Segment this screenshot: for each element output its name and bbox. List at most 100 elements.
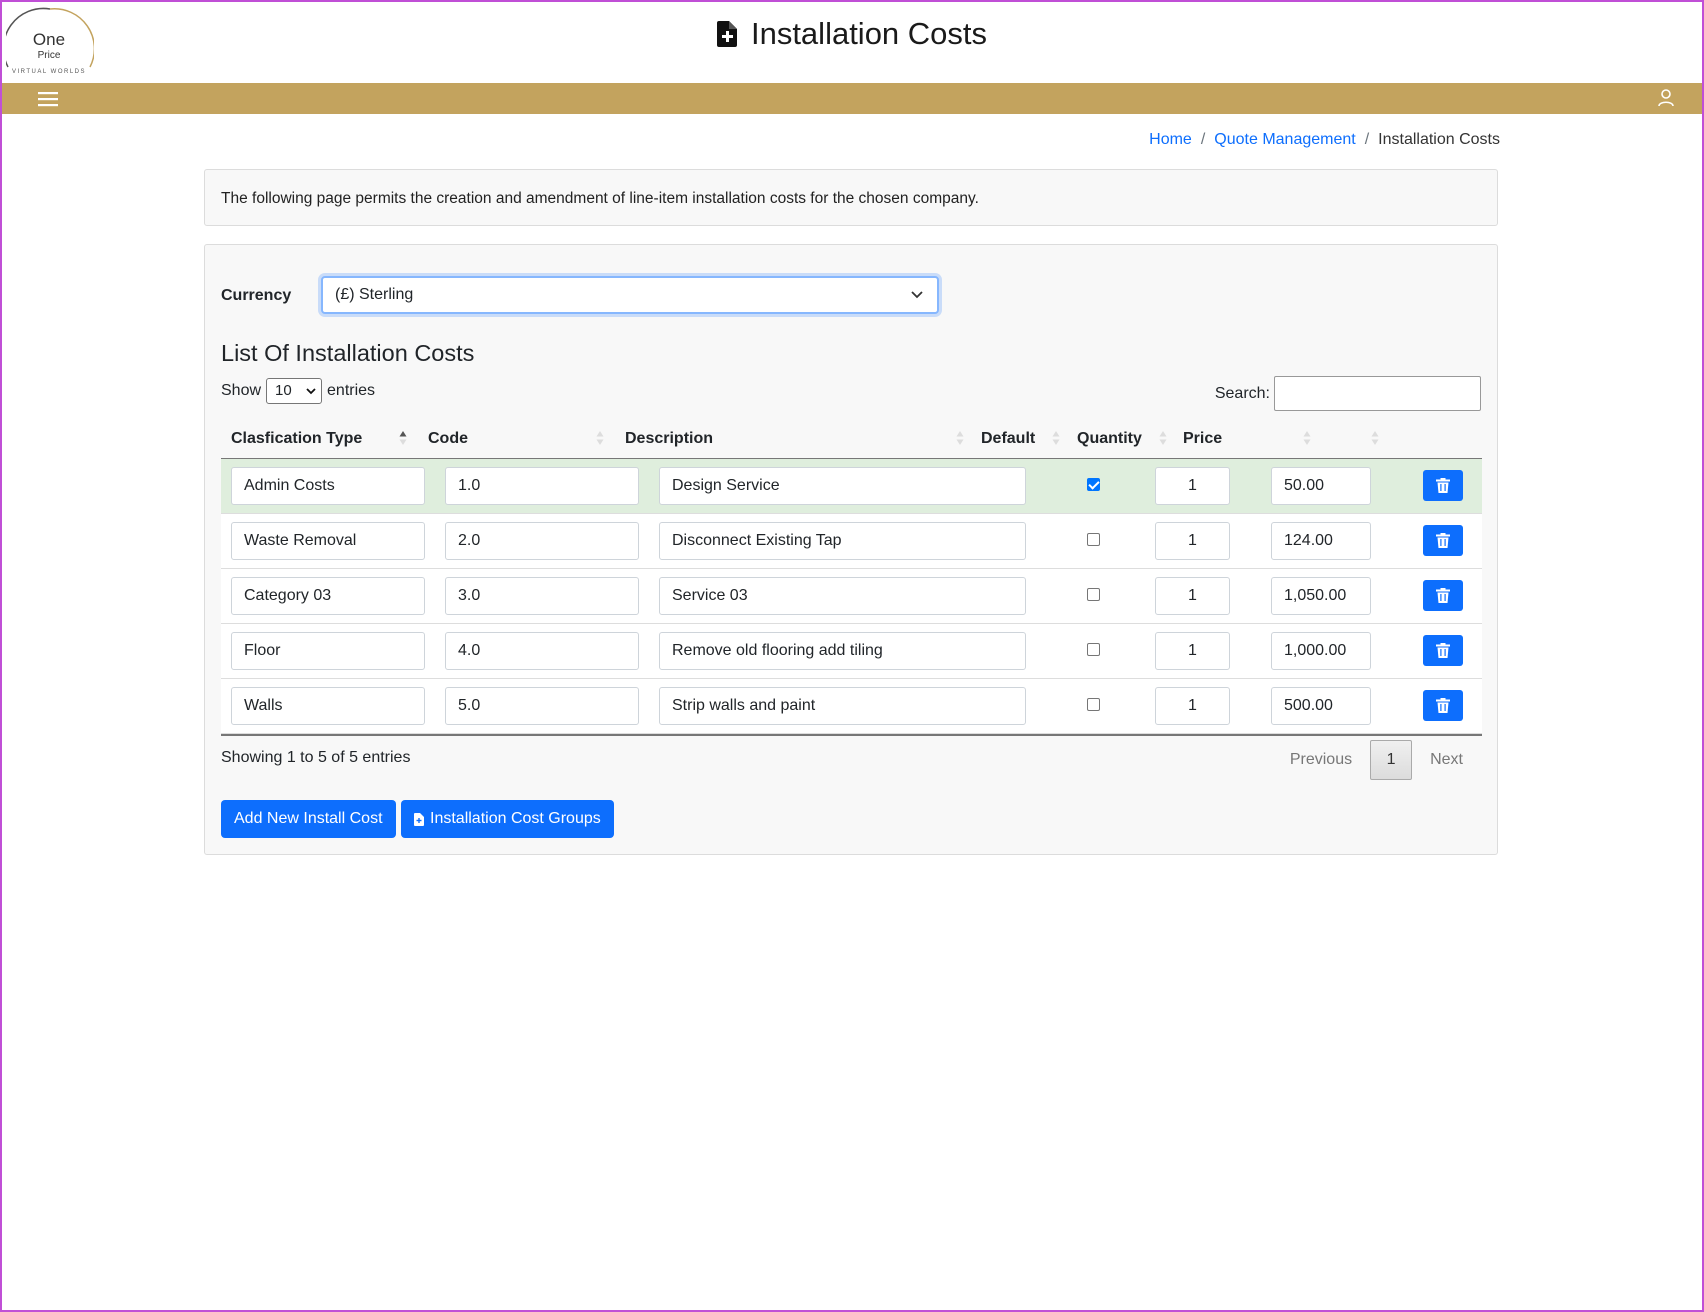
price-input[interactable]: 500.00 — [1271, 687, 1371, 725]
trash-icon — [1436, 643, 1450, 658]
page-title: Installation Costs — [2, 16, 1702, 52]
code-input[interactable]: 5.0 — [445, 687, 639, 725]
price-input[interactable]: 1,000.00 — [1271, 632, 1371, 670]
trash-icon — [1436, 698, 1450, 713]
column-header-price[interactable]: Price — [1183, 430, 1222, 448]
sort-icon[interactable] — [1371, 430, 1379, 446]
chevron-down-icon — [911, 291, 923, 299]
delete-button[interactable] — [1423, 635, 1463, 666]
breadcrumb-separator: / — [1364, 131, 1370, 148]
table-bottom-border — [221, 734, 1482, 736]
previous-page-button[interactable]: Previous — [1272, 751, 1370, 769]
quantity-input[interactable]: 1 — [1155, 467, 1230, 505]
page-length-control: Show 10 entries — [221, 378, 375, 404]
quantity-input[interactable]: 1 — [1155, 577, 1230, 615]
column-header-quantity[interactable]: Quantity — [1077, 430, 1142, 448]
page-length-select[interactable]: 10 — [266, 378, 323, 404]
svg-text:VIRTUAL WORLDS: VIRTUAL WORLDS — [12, 69, 86, 75]
page-length-value: 10 — [275, 382, 292, 399]
column-header-code[interactable]: Code — [428, 430, 468, 448]
quantity-input[interactable]: 1 — [1155, 687, 1230, 725]
table-row: Waste Removal 2.0 Disconnect Existing Ta… — [221, 514, 1482, 569]
code-input[interactable]: 4.0 — [445, 632, 639, 670]
delete-button[interactable] — [1423, 690, 1463, 721]
breadcrumb-separator: / — [1200, 131, 1206, 148]
sort-ascending-icon[interactable] — [399, 430, 407, 446]
file-plus-icon — [716, 21, 737, 47]
header: One Price VIRTUAL WORLDS Installation Co… — [2, 2, 1702, 82]
classification-type-input[interactable]: Walls — [231, 687, 425, 725]
installation-costs-card: Currency (£) Sterling List Of Installati… — [204, 244, 1498, 855]
page-title-text: Installation Costs — [750, 16, 988, 51]
column-header-default[interactable]: Default — [981, 430, 1035, 448]
search-label: Search: — [1214, 384, 1270, 402]
add-new-install-cost-button[interactable]: Add New Install Cost — [221, 800, 396, 838]
table-info: Showing 1 to 5 of 5 entries — [221, 749, 411, 766]
quantity-input[interactable]: 1 — [1155, 522, 1230, 560]
list-title: List Of Installation Costs — [221, 340, 475, 366]
pagination: Previous 1 Next — [1272, 740, 1481, 780]
classification-type-input[interactable]: Floor — [231, 632, 425, 670]
classification-type-input[interactable]: Category 03 — [231, 577, 425, 615]
installation-cost-groups-label: Installation Cost Groups — [430, 810, 601, 827]
search-input[interactable] — [1274, 376, 1481, 411]
installation-cost-groups-button[interactable]: Installation Cost Groups — [401, 800, 614, 838]
table-row: Floor 4.0 Remove old flooring add tiling… — [221, 624, 1482, 679]
column-header-classification-type[interactable]: Clasfication Type — [231, 430, 362, 448]
currency-select[interactable]: (£) Sterling — [321, 276, 939, 314]
description-input[interactable]: Remove old flooring add tiling — [659, 632, 1026, 670]
sort-icon[interactable] — [956, 430, 964, 446]
currency-label: Currency — [221, 287, 292, 304]
trash-icon — [1436, 588, 1450, 603]
hamburger-menu-icon[interactable] — [36, 89, 60, 109]
sort-icon[interactable] — [596, 430, 604, 446]
quantity-input[interactable]: 1 — [1155, 632, 1230, 670]
delete-button[interactable] — [1423, 580, 1463, 611]
breadcrumb-current: Installation Costs — [1378, 131, 1500, 148]
code-input[interactable]: 1.0 — [445, 467, 639, 505]
description-input[interactable]: Service 03 — [659, 577, 1026, 615]
sort-icon[interactable] — [1052, 430, 1060, 446]
show-label: Show — [221, 382, 262, 399]
entries-label: entries — [327, 382, 376, 399]
column-header-description[interactable]: Description — [625, 430, 713, 448]
default-checkbox[interactable] — [1087, 478, 1100, 491]
default-checkbox[interactable] — [1087, 588, 1100, 601]
default-checkbox[interactable] — [1087, 698, 1100, 711]
table-header: Clasfication Type Code Description Defau… — [221, 418, 1482, 460]
table-row: Walls 5.0 Strip walls and paint 1 500.00 — [221, 679, 1482, 734]
next-page-button[interactable]: Next — [1412, 751, 1481, 769]
code-input[interactable]: 3.0 — [445, 577, 639, 615]
file-plus-icon — [414, 812, 424, 826]
description-input[interactable]: Design Service — [659, 467, 1026, 505]
description-input[interactable]: Strip walls and paint — [659, 687, 1026, 725]
delete-button[interactable] — [1423, 470, 1463, 501]
chevron-down-icon — [306, 388, 316, 395]
default-checkbox[interactable] — [1087, 643, 1100, 656]
price-input[interactable]: 124.00 — [1271, 522, 1371, 560]
breadcrumb-quote-management[interactable]: Quote Management — [1214, 131, 1355, 148]
table-search: Search: — [1215, 376, 1481, 411]
sort-icon[interactable] — [1159, 430, 1167, 446]
trash-icon — [1436, 533, 1450, 548]
breadcrumb-home[interactable]: Home — [1149, 131, 1192, 148]
price-input[interactable]: 1,050.00 — [1271, 577, 1371, 615]
table-row: Category 03 3.0 Service 03 1 1,050.00 — [221, 569, 1482, 624]
info-text: The following page permits the creation … — [221, 190, 979, 207]
add-new-install-cost-label: Add New Install Cost — [234, 810, 383, 827]
user-icon[interactable] — [1656, 88, 1676, 108]
code-input[interactable]: 2.0 — [445, 522, 639, 560]
sort-icon[interactable] — [1303, 430, 1311, 446]
classification-type-input[interactable]: Admin Costs — [231, 467, 425, 505]
default-checkbox[interactable] — [1087, 533, 1100, 546]
navbar — [2, 83, 1702, 114]
breadcrumb: Home / Quote Management / Installation Costs — [1149, 131, 1500, 149]
page-1-button[interactable]: 1 — [1370, 740, 1413, 780]
delete-button[interactable] — [1423, 525, 1463, 556]
price-input[interactable]: 50.00 — [1271, 467, 1371, 505]
table-row: Admin Costs 1.0 Design Service 1 50.00 — [221, 459, 1482, 514]
classification-type-input[interactable]: Waste Removal — [231, 522, 425, 560]
currency-selected-value: (£) Sterling — [335, 286, 414, 303]
description-input[interactable]: Disconnect Existing Tap — [659, 522, 1026, 560]
trash-icon — [1436, 478, 1450, 493]
